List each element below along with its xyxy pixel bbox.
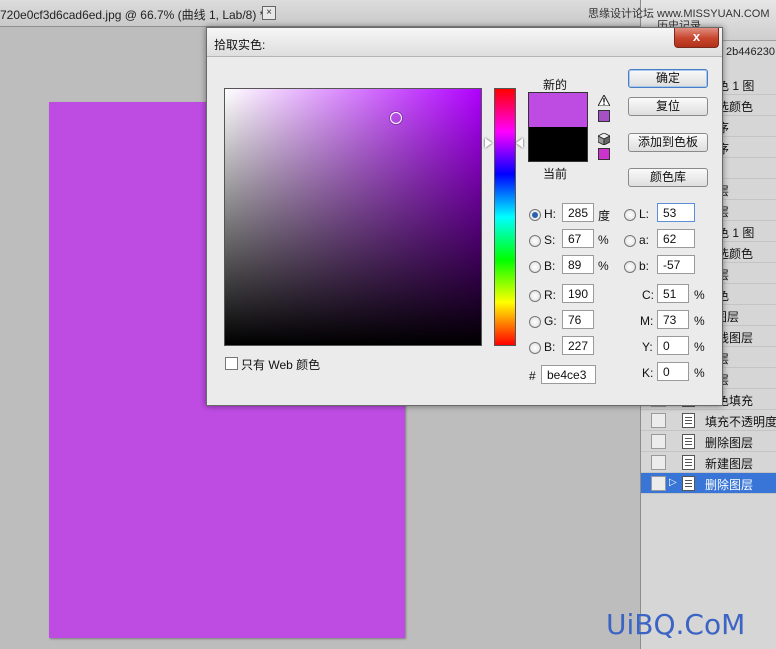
- history-step-icon: [682, 455, 695, 470]
- history-item-label: 删除图层: [705, 436, 754, 450]
- document-tab[interactable]: 720e0cf3d6cad6ed.jpg @ 66.7% (曲线 1, Lab/…: [0, 0, 640, 27]
- b-channel-input[interactable]: -57: [657, 255, 695, 274]
- web-safe-cube-icon[interactable]: [598, 133, 610, 145]
- saturation-label: S:: [544, 233, 556, 247]
- magenta-input[interactable]: 73: [657, 310, 689, 329]
- history-snapshot-checkbox[interactable]: [651, 476, 666, 491]
- b-channel-label: b:: [639, 259, 650, 273]
- history-step-icon: [682, 476, 695, 491]
- history-snapshot-checkbox[interactable]: [651, 413, 666, 428]
- a-channel-label: a:: [639, 233, 650, 247]
- hue-input[interactable]: 285: [562, 203, 594, 222]
- hue-radio[interactable]: [529, 209, 541, 221]
- watermark-top: 思缘设计论坛 www.MISSYUAN.COM: [588, 8, 770, 20]
- gamut-warning-swatch[interactable]: [598, 110, 610, 122]
- history-item-label: 新建图层: [705, 457, 754, 471]
- blue-input[interactable]: 227: [562, 336, 594, 355]
- history-step-icon: [682, 434, 695, 449]
- history-item-label: 填充不透明度: [705, 415, 776, 429]
- yellow-label: Y:: [642, 340, 653, 354]
- hue-slider-right-arrow-icon[interactable]: [516, 138, 523, 148]
- green-label: G:: [544, 314, 557, 328]
- lightness-input[interactable]: 53: [657, 203, 695, 222]
- web-safe-swatch[interactable]: [598, 148, 610, 160]
- history-snapshot-checkbox[interactable]: [651, 455, 666, 470]
- history-state-marker-icon[interactable]: ▷: [669, 477, 677, 488]
- current-color-label: 当前: [543, 167, 568, 181]
- red-radio[interactable]: [529, 290, 541, 302]
- b-channel-radio[interactable]: [624, 261, 636, 273]
- current-color-swatch[interactable]: [528, 127, 588, 162]
- yellow-unit: %: [694, 340, 705, 354]
- hex-label: #: [529, 369, 536, 383]
- hue-slider-left-arrow-icon[interactable]: [485, 138, 492, 148]
- color-field[interactable]: [224, 88, 482, 346]
- out-of-gamut-warning-icon[interactable]: [598, 95, 610, 106]
- magenta-unit: %: [694, 314, 705, 328]
- saturation-unit: %: [598, 233, 609, 247]
- reset-button[interactable]: 复位: [628, 97, 708, 116]
- brightness-label: B:: [544, 259, 556, 273]
- history-snapshot-checkbox[interactable]: [651, 434, 666, 449]
- green-radio[interactable]: [529, 316, 541, 328]
- history-snapshot-label[interactable]: 2b446230: [726, 46, 775, 58]
- brightness-input[interactable]: 89: [562, 255, 594, 274]
- red-input[interactable]: 190: [562, 284, 594, 303]
- brightness-unit: %: [598, 259, 609, 273]
- hue-label: H:: [544, 207, 556, 221]
- magenta-label: M:: [640, 314, 654, 328]
- history-step-icon: [682, 413, 695, 428]
- green-input[interactable]: 76: [562, 310, 594, 329]
- ok-button[interactable]: 确定: [628, 69, 708, 88]
- color-libraries-button[interactable]: 颜色库: [628, 168, 708, 187]
- history-item[interactable]: ▷ 删除图层: [641, 473, 776, 494]
- new-color-swatch: [528, 92, 588, 128]
- lightness-label: L:: [639, 207, 650, 221]
- color-picker-dialog: 拾取实色: x 新的 当前 确定 复位 添加到色板 颜色库 H: 285 度 S…: [206, 27, 723, 406]
- history-item[interactable]: 删除图层: [641, 431, 776, 452]
- web-colors-only-checkbox[interactable]: [225, 357, 238, 370]
- blue-label: B:: [544, 340, 556, 354]
- red-label: R:: [544, 288, 556, 302]
- cyan-label: C:: [642, 288, 654, 302]
- hue-slider[interactable]: [494, 88, 516, 346]
- a-channel-radio[interactable]: [624, 235, 636, 247]
- hue-unit: 度: [598, 209, 611, 223]
- blue-radio[interactable]: [529, 342, 541, 354]
- saturation-radio[interactable]: [529, 235, 541, 247]
- a-channel-input[interactable]: 62: [657, 229, 695, 248]
- lightness-radio[interactable]: [624, 209, 636, 221]
- watermark-logo: UiBQ.CoM: [606, 608, 746, 641]
- dialog-title: 拾取实色:: [214, 38, 266, 52]
- black-label: K:: [642, 366, 654, 380]
- hex-input[interactable]: be4ce3: [541, 365, 596, 384]
- history-item[interactable]: 新建图层: [641, 452, 776, 473]
- history-item[interactable]: 填充不透明度: [641, 410, 776, 431]
- close-tab-icon[interactable]: ×: [262, 6, 276, 20]
- web-colors-only-label: 只有 Web 颜色: [241, 358, 321, 372]
- cyan-unit: %: [694, 288, 705, 302]
- brightness-radio[interactable]: [529, 261, 541, 273]
- color-field-cursor[interactable]: [390, 112, 402, 124]
- history-item-label: 删除图层: [705, 478, 754, 492]
- black-input[interactable]: 0: [657, 362, 689, 381]
- black-unit: %: [694, 366, 705, 380]
- yellow-input[interactable]: 0: [657, 336, 689, 355]
- add-to-swatches-button[interactable]: 添加到色板: [628, 133, 708, 152]
- dialog-close-button[interactable]: x: [674, 28, 719, 48]
- dialog-titlebar[interactable]: 拾取实色: x: [207, 28, 722, 57]
- document-tab-title: 720e0cf3d6cad6ed.jpg @ 66.7% (曲线 1, Lab/…: [0, 8, 265, 22]
- saturation-input[interactable]: 67: [562, 229, 594, 248]
- new-color-label: 新的: [543, 78, 568, 92]
- cyan-input[interactable]: 51: [657, 284, 689, 303]
